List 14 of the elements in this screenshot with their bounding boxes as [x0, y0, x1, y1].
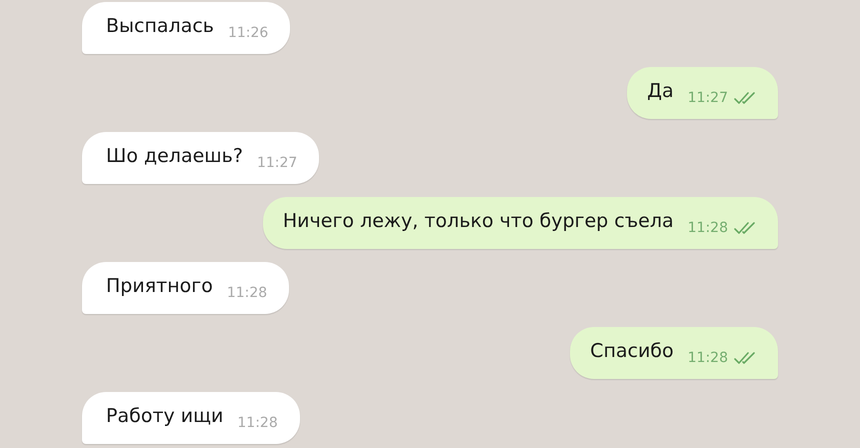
message-text: Спасибо — [590, 340, 674, 362]
message-text: Да — [647, 80, 674, 102]
message-time: 11:28 — [688, 220, 728, 236]
message-text: Выспалась — [106, 15, 214, 37]
message-text: Шо делаешь? — [106, 145, 243, 167]
message-text: Ничего лежу, только что бургер съела — [282, 210, 674, 232]
message-time: 11:28 — [237, 415, 278, 431]
message-time: 11:27 — [688, 90, 728, 106]
message-time: 11:28 — [226, 285, 268, 301]
message-text: Приятного — [106, 275, 213, 297]
message-text: Работу ищи — [106, 405, 224, 427]
message-time: 11:26 — [228, 25, 268, 41]
message-time: 11:28 — [688, 350, 728, 366]
message-time: 11:27 — [256, 155, 298, 171]
